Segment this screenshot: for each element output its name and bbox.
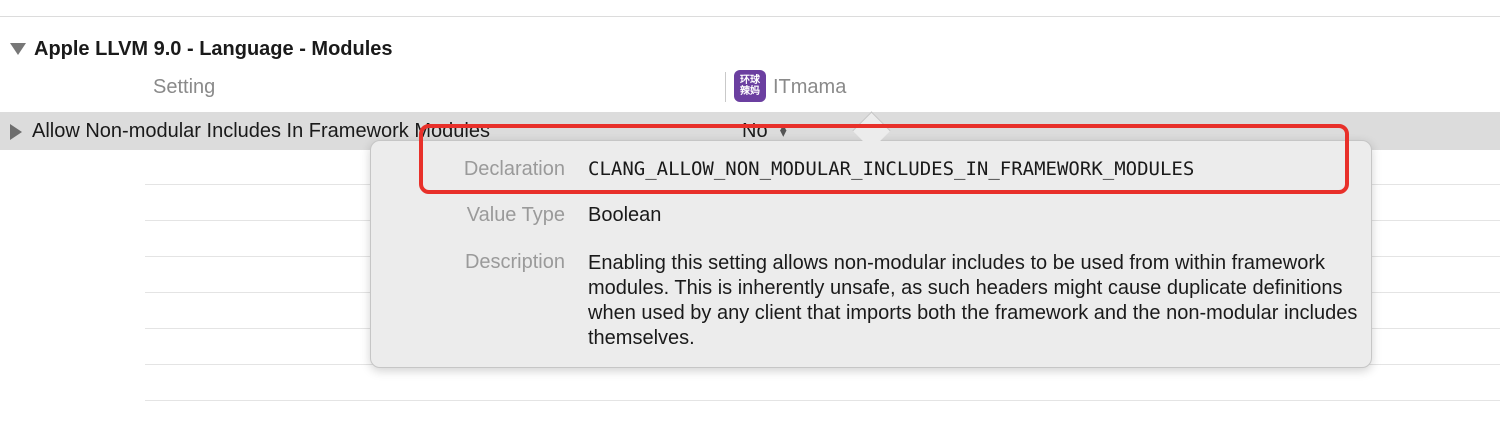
row-divider — [145, 400, 1500, 401]
target-icon-text-2: 辣妈 — [740, 86, 760, 97]
target-app-icon: 环球 辣妈 — [734, 70, 766, 102]
disclosure-triangle-closed-icon[interactable] — [10, 124, 22, 140]
disclosure-triangle-open-icon[interactable] — [10, 43, 26, 55]
top-divider — [0, 16, 1500, 17]
column-header-target[interactable]: ITmama — [773, 76, 846, 99]
column-header-setting[interactable]: Setting — [153, 76, 215, 99]
description-value: Enabling this setting allows non-modular… — [588, 252, 1358, 349]
section-title: Apple LLVM 9.0 - Language - Modules — [34, 37, 393, 60]
value-type-label: Value Type — [466, 204, 565, 226]
target-icon-text-1: 环球 — [740, 75, 760, 86]
section-header[interactable]: Apple LLVM 9.0 - Language - Modules — [10, 36, 393, 62]
description-label: Description — [464, 251, 565, 273]
highlight-annotation-box — [419, 124, 1349, 194]
column-divider — [725, 72, 726, 102]
value-type-value: Boolean — [588, 204, 662, 226]
